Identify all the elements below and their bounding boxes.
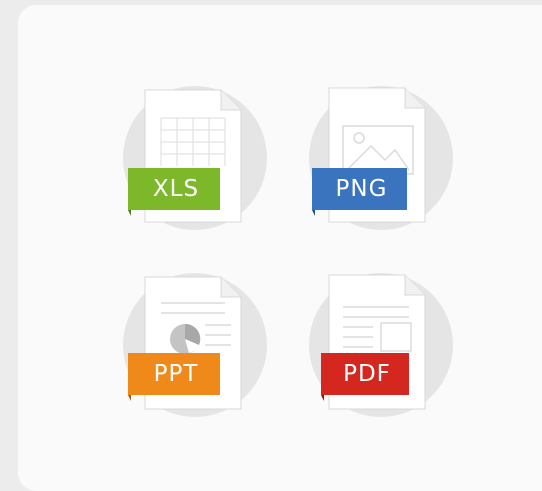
png-badge: PNG bbox=[312, 168, 407, 210]
pdf-badge: PDF bbox=[321, 353, 409, 395]
xls-file-icon: XLS bbox=[113, 76, 277, 240]
pdf-file-icon: PDF bbox=[299, 263, 463, 427]
badge-fold bbox=[321, 395, 324, 401]
badge-fold bbox=[312, 210, 315, 216]
pdf-document-icon bbox=[328, 274, 426, 410]
ppt-file-icon: PPT bbox=[113, 263, 277, 427]
presentation-icon bbox=[144, 276, 242, 410]
badge-fold bbox=[128, 210, 131, 216]
ppt-badge: PPT bbox=[128, 353, 220, 395]
file-types-card: XLS PNG PPT PDF bbox=[18, 5, 542, 491]
spreadsheet-icon bbox=[144, 89, 242, 223]
png-file-icon: PNG bbox=[299, 76, 463, 240]
image-icon bbox=[328, 87, 426, 223]
badge-fold bbox=[128, 395, 131, 401]
xls-badge: XLS bbox=[128, 168, 220, 210]
